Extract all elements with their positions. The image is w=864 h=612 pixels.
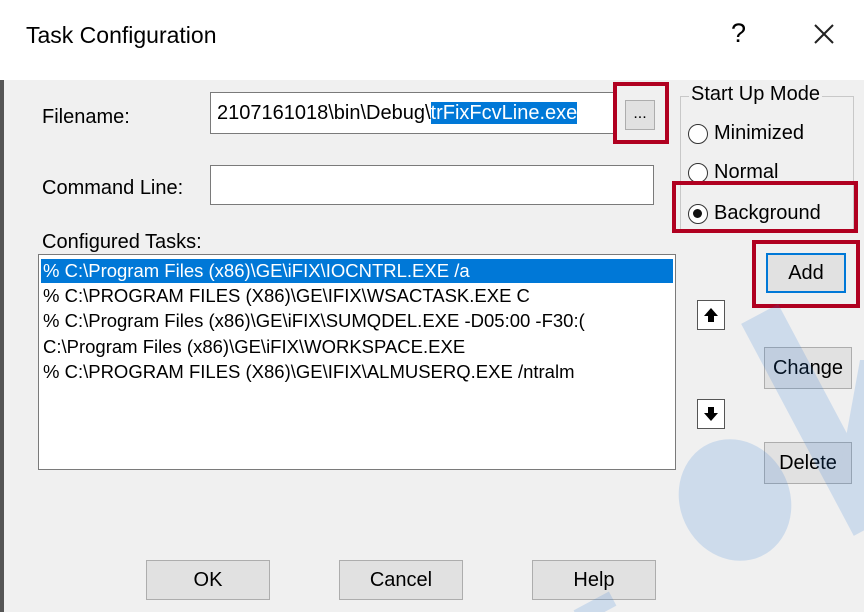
delete-button[interactable]: Delete <box>764 442 852 484</box>
change-button[interactable]: Change <box>764 347 852 389</box>
list-item[interactable]: % C:\PROGRAM FILES (X86)\GE\IFIX\WSACTAS… <box>41 284 530 308</box>
browse-highlight-box <box>613 82 669 144</box>
move-down-button[interactable] <box>697 399 725 429</box>
filename-input[interactable]: 2107161018\bin\Debug\trFixFcvLine.exe <box>210 92 616 134</box>
radio-minimized-label: Minimized <box>714 122 805 144</box>
close-icon[interactable] <box>806 16 842 52</box>
background-highlight-box <box>672 181 858 233</box>
command-line-input[interactable] <box>210 165 654 205</box>
list-item[interactable]: % C:\Program Files (x86)\GE\iFIX\SUMQDEL… <box>41 309 585 333</box>
filename-label: Filename: <box>42 106 130 128</box>
configured-tasks-label: Configured Tasks: <box>42 231 202 253</box>
ok-button[interactable]: OK <box>146 560 270 600</box>
list-item[interactable]: % C:\Program Files (x86)\GE\iFIX\IOCNTRL… <box>41 259 673 283</box>
filename-selected-text: trFixFcvLine.exe <box>430 102 578 124</box>
arrow-down-icon <box>704 407 718 421</box>
arrow-up-icon <box>704 308 718 322</box>
radio-normal[interactable] <box>688 163 708 183</box>
add-highlight-box <box>752 240 860 308</box>
list-item[interactable]: % C:\PROGRAM FILES (X86)\GE\IFIX\ALMUSER… <box>41 360 574 384</box>
window-title: Task Configuration <box>26 22 217 48</box>
window-left-border <box>0 80 4 612</box>
help-button[interactable]: Help <box>532 560 656 600</box>
list-item[interactable]: C:\Program Files (x86)\GE\iFIX\WORKSPACE… <box>41 335 465 359</box>
move-up-button[interactable] <box>697 300 725 330</box>
title-bar: Task Configuration ? <box>0 0 864 80</box>
command-line-label: Command Line: <box>42 177 184 199</box>
configured-tasks-list[interactable]: % C:\Program Files (x86)\GE\iFIX\IOCNTRL… <box>38 254 676 470</box>
start-up-mode-label: Start Up Mode <box>689 83 822 106</box>
filename-path-text: 2107161018\bin\Debug\ <box>217 102 431 124</box>
task-configuration-dialog: Task Configuration ? Filename: 210716101… <box>0 0 864 612</box>
help-icon[interactable]: ? <box>731 18 746 49</box>
cancel-button[interactable]: Cancel <box>339 560 463 600</box>
radio-minimized[interactable] <box>688 124 708 144</box>
